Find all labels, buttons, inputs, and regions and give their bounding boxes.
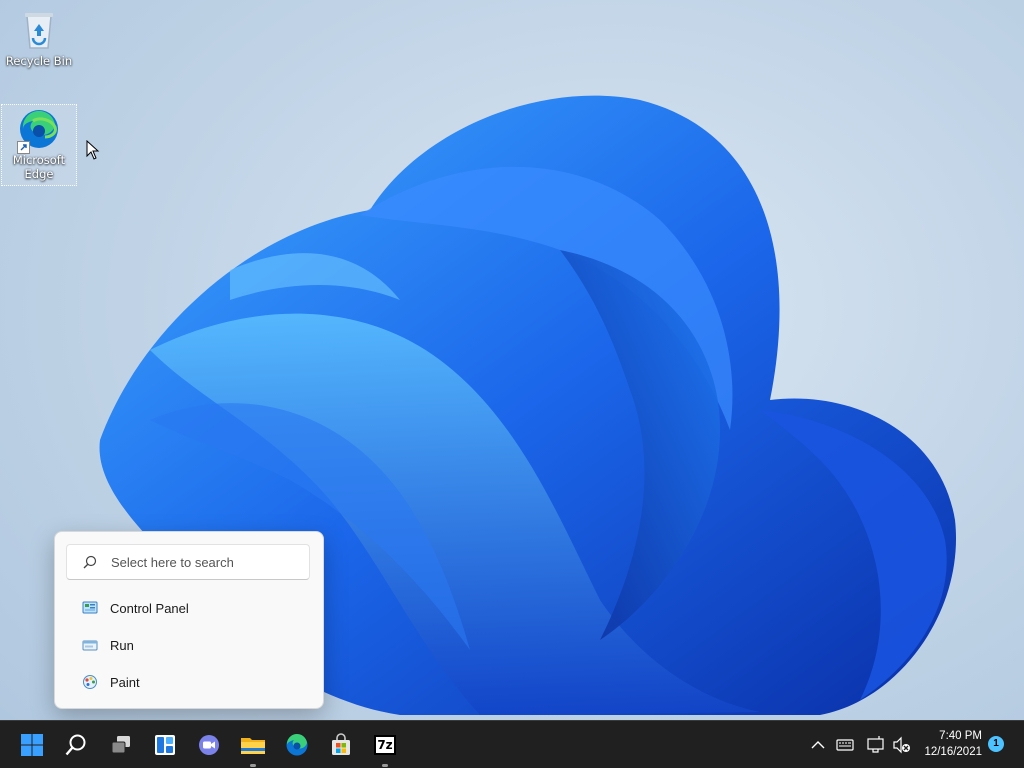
menu-item-control-panel[interactable]: Control Panel <box>66 591 310 625</box>
7zip-icon-label: 7z <box>377 738 393 752</box>
task-view-button[interactable] <box>103 727 139 763</box>
edge-icon <box>17 107 61 154</box>
recycle-bin-shortcut[interactable]: Recycle Bin <box>2 8 76 68</box>
mouse-cursor-icon <box>86 140 100 160</box>
paint-icon <box>82 674 98 690</box>
store-button[interactable] <box>323 727 359 763</box>
widgets-button[interactable] <box>147 727 183 763</box>
search-icon <box>65 734 86 756</box>
running-indicator <box>382 764 388 767</box>
clock-date: 12/16/2021 <box>924 746 982 758</box>
file-explorer-button[interactable] <box>235 727 271 767</box>
run-icon <box>82 637 98 653</box>
widgets-icon <box>155 735 175 755</box>
desktop-icon-label: Microsoft Edge <box>12 153 66 181</box>
shortcut-arrow-icon <box>17 141 30 154</box>
clock-time: 7:40 PM <box>939 730 982 742</box>
menu-item-label: Run <box>110 637 134 653</box>
search-popup: Select here to search Control Panel Run <box>54 531 324 709</box>
control-panel-icon <box>82 600 98 616</box>
keyboard-button[interactable] <box>835 735 855 755</box>
edge-icon <box>286 733 308 756</box>
menu-item-run[interactable]: Run <box>66 628 310 662</box>
start-button[interactable] <box>14 727 50 763</box>
taskbar-search-button[interactable] <box>58 727 94 763</box>
task-view-icon <box>111 736 130 754</box>
7zip-button[interactable]: 7z <box>367 727 403 767</box>
recycle-bin-icon <box>17 8 61 52</box>
network-button[interactable] <box>866 735 886 755</box>
microsoft-edge-shortcut[interactable]: Microsoft Edge <box>1 104 77 186</box>
chat-icon <box>199 735 219 755</box>
menu-item-label: Control Panel <box>110 600 189 616</box>
search-icon <box>83 555 97 569</box>
volume-muted-icon <box>893 736 910 754</box>
search-placeholder: Select here to search <box>111 555 234 570</box>
edge-button[interactable] <box>279 727 315 763</box>
folder-icon <box>241 738 265 754</box>
store-icon <box>332 733 350 755</box>
menu-item-paint[interactable]: Paint <box>66 665 310 699</box>
menu-item-label: Paint <box>110 674 140 690</box>
notification-badge[interactable]: 1 <box>988 736 1004 752</box>
windows-logo-icon <box>21 734 43 756</box>
network-icon <box>867 736 884 753</box>
7zip-icon: 7z <box>374 735 396 755</box>
clock[interactable]: 7:40 PM 12/16/2021 <box>924 728 982 760</box>
keyboard-icon <box>836 739 854 751</box>
chat-button[interactable] <box>191 727 227 763</box>
desktop-icon-label: Recycle Bin <box>5 54 73 68</box>
running-indicator <box>250 764 256 767</box>
volume-button[interactable] <box>892 735 912 755</box>
taskbar: 7z 7:40 PM 12/16/2021 1 <box>0 720 1024 768</box>
show-hidden-icons-button[interactable] <box>808 735 828 755</box>
search-input[interactable]: Select here to search <box>66 544 310 580</box>
chevron-up-icon <box>811 741 825 749</box>
